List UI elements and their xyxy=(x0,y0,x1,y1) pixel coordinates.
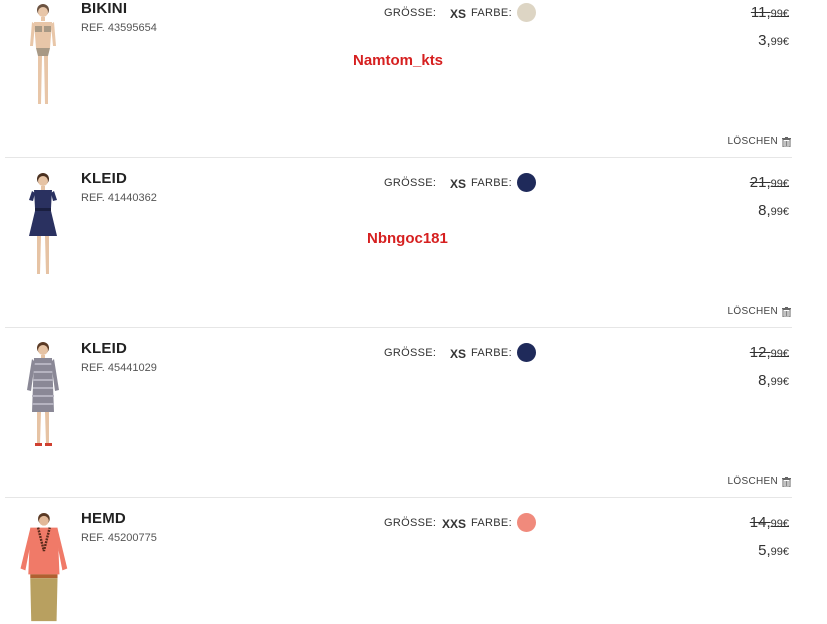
original-price: 21,99€ xyxy=(750,174,789,191)
original-price-cents: 99€ xyxy=(770,8,789,20)
sale-price-cents: 99€ xyxy=(770,36,789,48)
original-price-cents: 99€ xyxy=(770,178,789,190)
color-swatch xyxy=(517,173,536,192)
original-price-main: 11, xyxy=(750,4,771,21)
original-price: 12,99€ xyxy=(750,344,789,361)
color-swatch xyxy=(517,3,536,22)
sale-price-cents: 99€ xyxy=(770,546,789,558)
product-ref: REF. 45200775 xyxy=(81,532,157,544)
original-price: 14,99€ xyxy=(750,514,789,531)
product-image[interactable] xyxy=(10,0,70,115)
trash-icon xyxy=(782,476,791,487)
original-price-main: 12, xyxy=(749,344,771,361)
product-ref: REF. 43595654 xyxy=(81,22,157,34)
sale-price-cents: 99€ xyxy=(770,206,789,218)
original-price-main: 14, xyxy=(749,514,771,531)
product-ref: REF. 45441029 xyxy=(81,362,157,374)
color-label: FARBE: xyxy=(471,517,512,529)
product-name[interactable]: HEMD xyxy=(81,510,126,527)
divider xyxy=(5,327,792,328)
sale-price-main: 8, xyxy=(758,202,771,219)
sale-price: 5,99€ xyxy=(758,542,789,559)
color-label: FARBE: xyxy=(471,347,512,359)
sale-price-main: 5, xyxy=(758,542,771,559)
original-price-main: 21, xyxy=(749,174,771,191)
original-price: 11,99€ xyxy=(751,4,789,21)
color-swatch xyxy=(517,513,536,532)
sale-price: 8,99€ xyxy=(758,372,789,389)
delete-button[interactable]: LÖSCHEN xyxy=(728,306,791,317)
product-image[interactable] xyxy=(10,170,70,285)
product-image[interactable] xyxy=(10,512,70,624)
size-label: GRÖSSE: xyxy=(384,7,437,19)
sale-price: 3,99€ xyxy=(758,32,789,49)
size-value: XS xyxy=(450,347,467,361)
cart-item: BIKINI REF. 43595654 GRÖSSE: XS FARBE: 1… xyxy=(0,0,827,170)
size-value: XXS xyxy=(442,517,467,531)
sale-price-main: 3, xyxy=(758,32,771,49)
size-value: XS xyxy=(450,177,467,191)
delete-button[interactable]: LÖSCHEN xyxy=(728,476,791,487)
size-label: GRÖSSE: xyxy=(384,177,437,189)
size-label: GRÖSSE: xyxy=(384,347,437,359)
original-price-cents: 99€ xyxy=(770,518,789,530)
cart-item: KLEID REF. 45441029 GRÖSSE: XS FARBE: 12… xyxy=(0,340,827,510)
sale-price: 8,99€ xyxy=(758,202,789,219)
original-price-cents: 99€ xyxy=(770,348,789,360)
sale-price-main: 8, xyxy=(758,372,771,389)
watermark-text: Nbngoc181 xyxy=(367,230,448,247)
color-swatch xyxy=(517,343,536,362)
sale-price-cents: 99€ xyxy=(770,376,789,388)
color-label: FARBE: xyxy=(471,7,512,19)
delete-label: LÖSCHEN xyxy=(727,476,778,487)
delete-label: LÖSCHEN xyxy=(727,136,778,147)
color-label: FARBE: xyxy=(471,177,512,189)
trash-icon xyxy=(782,306,791,317)
product-ref: REF. 41440362 xyxy=(81,192,157,204)
trash-icon xyxy=(782,136,791,147)
cart-item: HEMD REF. 45200775 GRÖSSE: XXS FARBE: 14… xyxy=(0,510,827,624)
divider xyxy=(5,497,792,498)
divider xyxy=(5,157,792,158)
delete-label: LÖSCHEN xyxy=(727,306,778,317)
product-image[interactable] xyxy=(10,340,70,455)
size-label: GRÖSSE: xyxy=(384,517,437,529)
size-value: XS xyxy=(450,7,467,21)
product-name[interactable]: BIKINI xyxy=(81,0,127,17)
product-name[interactable]: KLEID xyxy=(81,340,127,357)
cart-item: KLEID REF. 41440362 GRÖSSE: XS FARBE: 21… xyxy=(0,170,827,340)
delete-button[interactable]: LÖSCHEN xyxy=(728,136,791,147)
product-name[interactable]: KLEID xyxy=(81,170,127,187)
watermark-text: Namtom_kts xyxy=(353,52,444,69)
